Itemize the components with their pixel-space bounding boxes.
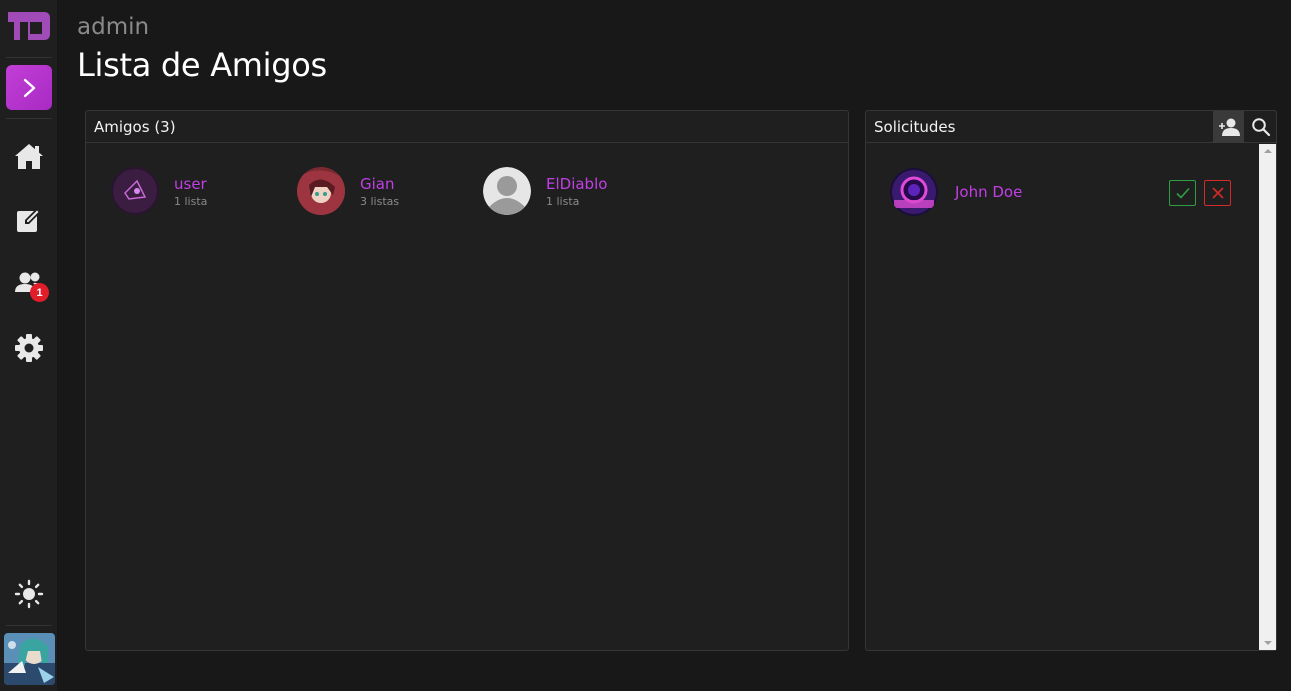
sidebar-divider	[6, 57, 52, 58]
scroll-up-icon[interactable]	[1259, 144, 1276, 158]
friends-panel: Amigos (3) user 1 lista Gian 3 listas El…	[85, 110, 849, 651]
friend-name: Gian	[360, 174, 395, 193]
search-icon	[1251, 118, 1270, 137]
app-logo[interactable]	[6, 8, 52, 44]
friend-item[interactable]: user 1 lista	[111, 166, 207, 216]
add-friend-button[interactable]	[1213, 111, 1244, 143]
request-name[interactable]: John Doe	[955, 183, 1022, 201]
friend-request-item: John Doe	[890, 167, 1260, 217]
username: admin	[77, 14, 150, 40]
search-button[interactable]	[1245, 111, 1276, 143]
theme-toggle[interactable]	[9, 574, 49, 614]
close-icon	[1211, 187, 1224, 199]
notification-badge: 1	[30, 283, 49, 302]
friend-name: ElDiablo	[546, 174, 608, 193]
chevron-right-icon	[23, 78, 36, 97]
nav-home[interactable]	[9, 136, 49, 176]
add-user-icon	[1218, 118, 1240, 136]
friend-list-count: 1 lista	[546, 194, 580, 208]
friend-list-count: 1 lista	[174, 194, 208, 208]
friend-item[interactable]: Gian 3 listas	[297, 166, 399, 216]
page-title: Lista de Amigos	[77, 46, 327, 84]
friend-item[interactable]: ElDiablo 1 lista	[483, 166, 607, 216]
sun-icon	[14, 579, 44, 609]
expand-sidebar-button[interactable]	[6, 65, 52, 110]
nav-settings[interactable]	[9, 328, 49, 368]
sidebar-divider	[6, 118, 52, 119]
friend-name: user	[174, 174, 207, 193]
nav-edit[interactable]	[9, 200, 49, 240]
reject-request-button[interactable]	[1204, 180, 1231, 206]
scrollbar[interactable]	[1259, 144, 1276, 650]
check-icon	[1175, 187, 1190, 199]
nav-friends[interactable]: 1	[9, 264, 49, 304]
avatar[interactable]	[890, 168, 938, 216]
accept-request-button[interactable]	[1169, 180, 1196, 206]
friend-list-count: 3 listas	[360, 194, 400, 208]
avatar	[111, 167, 159, 215]
scroll-down-icon[interactable]	[1259, 636, 1276, 650]
sidebar-divider	[6, 625, 52, 626]
gear-icon	[15, 334, 43, 362]
sidebar: 1	[0, 0, 58, 691]
requests-panel: Solicitudes John Doe	[865, 110, 1277, 651]
avatar	[297, 167, 345, 215]
default-avatar-icon	[483, 167, 531, 215]
home-icon	[15, 144, 43, 169]
edit-icon	[17, 208, 41, 232]
profile-avatar[interactable]	[4, 633, 55, 685]
friends-panel-title: Amigos (3)	[86, 111, 848, 143]
